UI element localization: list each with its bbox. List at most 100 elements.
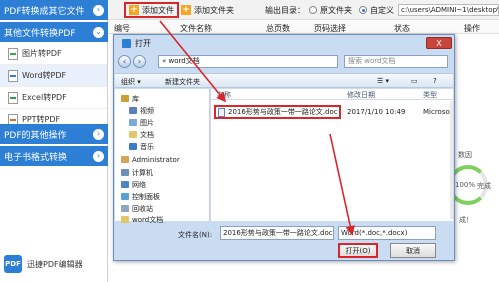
sidebar-item-image-to-pdf[interactable]: 图片转PDF — [0, 43, 107, 65]
plus-icon: + — [181, 4, 191, 15]
category-pdf-to-other[interactable]: PDF转换成其它文件 › — [0, 0, 108, 20]
radio-custom-folder[interactable]: 自定义 — [356, 2, 397, 18]
column-header-type[interactable]: 类型 — [423, 90, 437, 100]
category-pdf-other-ops[interactable]: PDF的其他操作 › — [0, 124, 108, 144]
address-field[interactable]: « word文档 — [158, 55, 338, 68]
computer-icon — [121, 169, 129, 176]
filename-label: 文件名(N): — [178, 231, 213, 239]
chevron-down-icon: ⌄ — [93, 26, 104, 38]
sidebar-item-label: Word转PDF — [22, 71, 67, 80]
radio-icon — [309, 6, 317, 14]
tree-node-word-docs[interactable]: word文档 — [121, 214, 163, 225]
tree-node-music[interactable]: 音乐 — [129, 141, 154, 152]
file-name-cell[interactable]: 2016形势与政策一带一路论文.doc — [214, 105, 341, 119]
tree-label: 网络 — [132, 180, 146, 189]
sidebar-item-excel-to-pdf[interactable]: Excel转PDF — [0, 87, 107, 109]
tree-label: 视频 — [140, 106, 154, 115]
music-icon — [129, 143, 137, 150]
view-icon[interactable]: ☰ ▾ — [377, 77, 389, 85]
image-file-icon — [8, 47, 18, 60]
address-bar: ‹ › « word文档 搜索 word文档 — [118, 53, 450, 70]
radio-original-folder[interactable]: 原文件夹 — [306, 2, 355, 18]
back-arrow-icon[interactable]: ‹ — [118, 55, 131, 68]
filename-input[interactable]: 2016形势与政策一带一路论文.doc — [220, 226, 334, 240]
organize-button[interactable]: 组织 ▾ — [121, 77, 141, 87]
category-label: PDF转换成其它文件 — [4, 6, 85, 17]
file-name: 2016形势与政策一带一路论文.doc — [228, 108, 338, 116]
sidebar-item-word-to-pdf[interactable]: Word转PDF — [0, 65, 107, 87]
cancel-button[interactable]: 取消 — [390, 243, 436, 258]
side-text: 成！ — [459, 216, 473, 224]
app-name: 迅捷PDF编辑器 — [27, 259, 83, 269]
add-folder-label: 添加文件夹 — [194, 5, 234, 15]
tree-node-control-panel[interactable]: 控制面板 — [121, 191, 160, 202]
column-header: 编号 — [114, 24, 130, 33]
output-label: 输出目录： — [265, 5, 305, 15]
tree-node-documents[interactable]: 文档 — [129, 129, 154, 140]
add-folder-button[interactable]: + 添加文件夹 — [178, 2, 237, 18]
open-file-dialog: 打开 X ‹ › « word文档 搜索 word文档 组织 ▾ 新建文件夹 ☰… — [113, 34, 455, 261]
video-icon — [129, 107, 137, 114]
forward-arrow-icon[interactable]: › — [133, 55, 146, 68]
tree-label: 库 — [132, 94, 139, 103]
tree-label: word文档 — [132, 215, 164, 224]
radio-selected-icon — [359, 6, 367, 14]
column-header: 操作 — [464, 24, 480, 33]
help-icon[interactable]: ? — [433, 77, 437, 85]
category-label: 其他文件转换PDF — [4, 28, 76, 39]
close-button[interactable]: X — [426, 37, 452, 49]
column-header: 页码选择 — [314, 24, 346, 33]
column-header-date[interactable]: 修改日期 — [347, 90, 375, 100]
navigation-pane: 库 视频 图片 文档 音乐 Administrator 计算机 网络 控制面板 … — [115, 89, 210, 224]
chevron-right-icon: › — [93, 150, 104, 162]
tree-node-library[interactable]: 库 — [121, 93, 139, 104]
radio-label: 原文件夹 — [320, 5, 352, 15]
tree-label: 回收站 — [132, 204, 153, 213]
sidebar-item-label: 图片转PDF — [22, 49, 62, 58]
tree-node-administrator[interactable]: Administrator — [121, 154, 180, 165]
new-folder-button[interactable]: 新建文件夹 — [165, 77, 200, 87]
excel-file-icon — [8, 91, 18, 104]
add-file-button[interactable]: + 添加文件 — [124, 2, 179, 18]
file-row[interactable]: 2016形势与政策一带一路论文.doc 2017/1/10 10:49 Micr… — [214, 105, 452, 119]
search-input[interactable]: 搜索 word文档 — [344, 55, 448, 68]
word-document-icon — [218, 107, 225, 117]
library-icon — [121, 95, 129, 102]
tree-label: 音乐 — [140, 142, 154, 151]
radio-label: 自定义 — [370, 5, 394, 15]
scrollbar[interactable] — [450, 101, 453, 219]
chevron-right-icon: › — [93, 128, 104, 140]
control-panel-icon — [121, 193, 129, 200]
category-ebook-convert[interactable]: 电子书格式转换 › — [0, 146, 108, 166]
file-type: Microsof — [423, 108, 453, 116]
preview-pane-icon[interactable]: ▭ — [411, 77, 418, 85]
file-table-header: 编号 文件名称 总页数 页码选择 状态 操作 — [108, 21, 499, 34]
tree-node-pictures[interactable]: 图片 — [129, 117, 154, 128]
plus-icon: + — [129, 4, 139, 15]
chevron-up-icon: › — [93, 4, 104, 16]
tree-label: 计算机 — [132, 168, 153, 177]
document-icon — [129, 131, 137, 138]
category-label: 电子书格式转换 — [4, 152, 68, 163]
folder-icon — [121, 216, 129, 223]
column-header: 文件名称 — [180, 24, 212, 33]
category-other-to-pdf[interactable]: 其他文件转换PDF ⌄ — [0, 22, 108, 42]
word-file-icon — [8, 69, 18, 82]
category-label: PDF的其他操作 — [4, 130, 67, 141]
open-button[interactable]: 打开(O) — [338, 243, 378, 258]
output-path-field[interactable]: c:\users\ADMINI~1\desktop\ — [398, 4, 499, 16]
network-icon — [121, 181, 129, 188]
file-list-pane: 名称 修改日期 类型 2016形势与政策一带一路论文.doc 2017/1/10… — [211, 89, 453, 221]
tree-label: 文档 — [140, 130, 154, 139]
filetype-select[interactable]: Word(*.doc,*.docx) — [338, 226, 436, 240]
dialog-title: 打开 — [135, 38, 151, 48]
side-text: 数因 — [458, 151, 472, 159]
tree-node-recycle-bin[interactable]: 回收站 — [121, 203, 153, 214]
add-file-label: 添加文件 — [142, 5, 174, 15]
tree-node-videos[interactable]: 视频 — [129, 105, 154, 116]
column-header-name[interactable]: 名称 — [217, 90, 231, 100]
tree-node-computer[interactable]: 计算机 — [121, 167, 153, 178]
command-bar: 组织 ▾ 新建文件夹 ☰ ▾ ▭ ? — [115, 73, 453, 88]
tree-node-network[interactable]: 网络 — [121, 179, 146, 190]
picture-icon — [129, 119, 137, 126]
